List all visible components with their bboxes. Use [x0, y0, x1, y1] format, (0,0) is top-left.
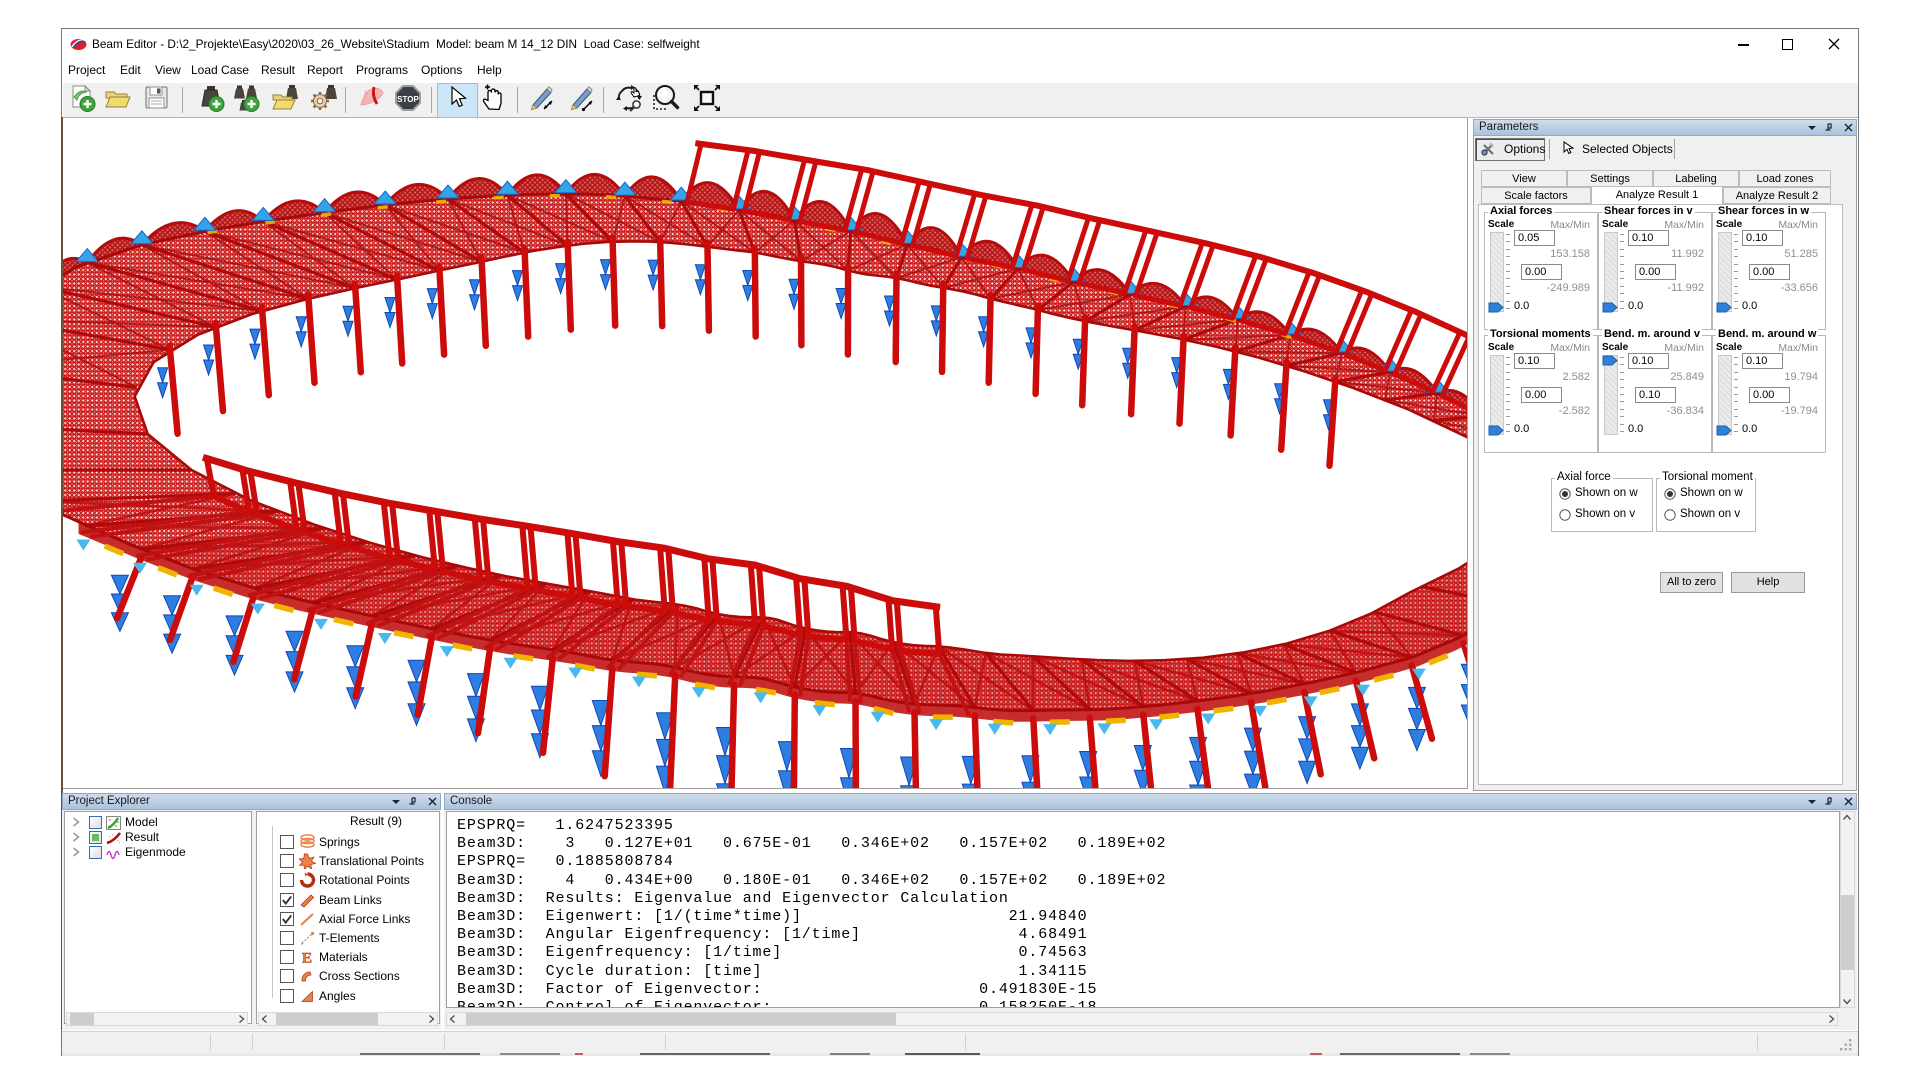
svg-text:STOP: STOP	[397, 95, 419, 104]
svg-text:E: E	[302, 951, 312, 966]
